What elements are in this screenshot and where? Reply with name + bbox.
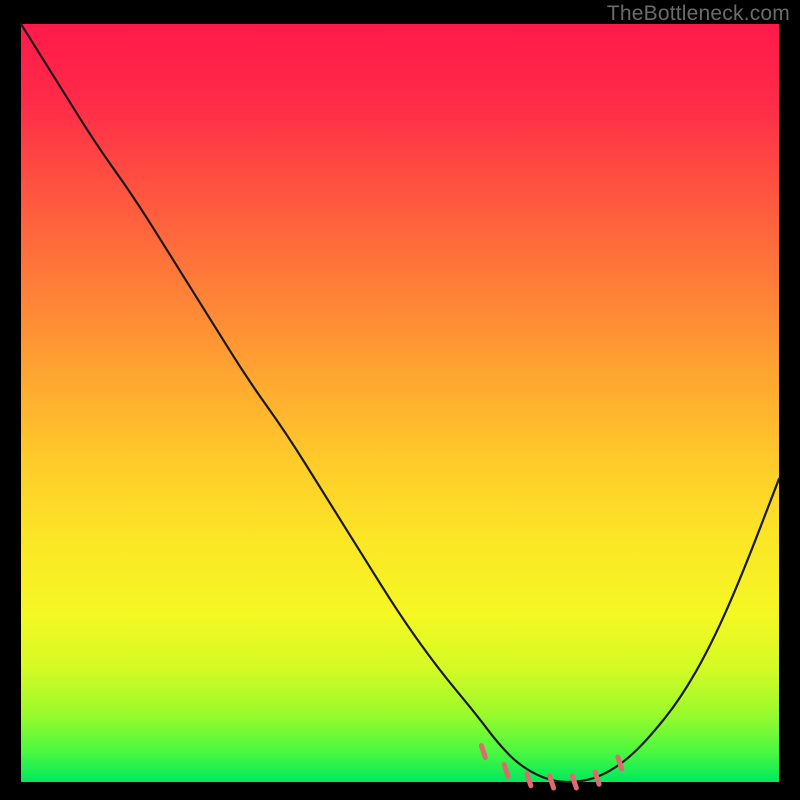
watermark-text: TheBottleneck.com: [607, 2, 790, 26]
optimal-range-ticks: [481, 746, 621, 788]
bottleneck-curve-line: [21, 24, 779, 782]
optimal-tick: [481, 746, 485, 758]
optimal-tick: [550, 776, 554, 788]
optimal-tick: [595, 772, 599, 784]
optimal-tick: [504, 765, 508, 777]
optimal-tick: [572, 776, 576, 788]
optimal-tick: [527, 774, 531, 786]
chart-plot-area: [21, 24, 779, 782]
chart-svg: [21, 24, 779, 782]
optimal-tick: [618, 757, 622, 769]
